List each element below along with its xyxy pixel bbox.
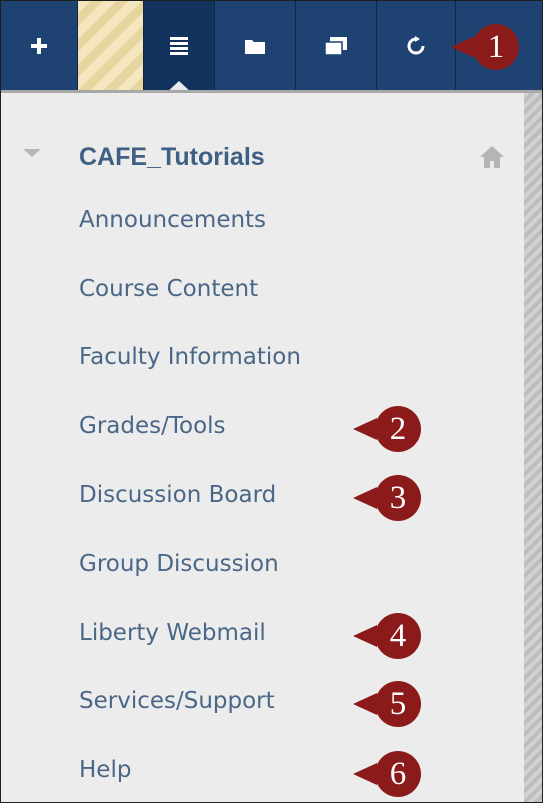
- course-menu: CAFE_Tutorials Announcements Course Cont…: [1, 93, 524, 802]
- active-tab-pointer: [166, 81, 192, 93]
- new-window-button[interactable]: [296, 1, 376, 90]
- edit-mode-toggle[interactable]: [78, 1, 143, 90]
- callout-marker-2: 2: [353, 406, 425, 452]
- window-icon: [325, 36, 347, 55]
- refresh-icon: [407, 35, 425, 54]
- refresh-button[interactable]: [377, 1, 455, 90]
- menu-item-group-discussion[interactable]: Group Discussion: [79, 551, 279, 577]
- menu-item-announcements[interactable]: Announcements: [79, 207, 266, 233]
- callout-number-1: 1: [487, 29, 505, 65]
- callout-marker-4: 4: [353, 613, 425, 659]
- menu-item-course-content[interactable]: Course Content: [79, 276, 258, 302]
- callout-marker-6: 6: [353, 751, 425, 797]
- menu-item-help[interactable]: Help: [79, 757, 131, 783]
- home-icon[interactable]: [479, 145, 505, 173]
- callout-marker-1: 1: [451, 24, 523, 70]
- course-header: CAFE_Tutorials: [1, 133, 524, 183]
- add-button[interactable]: [1, 1, 77, 90]
- folder-icon: [245, 39, 265, 54]
- callout-number-2: 2: [389, 411, 407, 447]
- collapse-triangle-icon[interactable]: [23, 149, 41, 157]
- page-edge-pattern: [524, 93, 542, 802]
- plus-icon: [31, 37, 47, 54]
- callout-number-5: 5: [389, 686, 407, 722]
- folder-view-button[interactable]: [215, 1, 295, 90]
- toolbar: 1: [1, 1, 542, 93]
- menu-item-liberty-webmail[interactable]: Liberty Webmail: [79, 620, 266, 646]
- callout-marker-3: 3: [353, 475, 425, 521]
- list-icon: [144, 1, 214, 90]
- menu-item-discussion-board[interactable]: Discussion Board: [79, 482, 276, 508]
- callout-number-4: 4: [389, 618, 407, 654]
- menu-item-faculty-information[interactable]: Faculty Information: [79, 344, 301, 370]
- callout-number-6: 6: [389, 756, 407, 792]
- callout-marker-5: 5: [353, 681, 425, 727]
- course-title[interactable]: CAFE_Tutorials: [79, 143, 265, 172]
- menu-item-services-support[interactable]: Services/Support: [79, 688, 275, 714]
- callout-number-3: 3: [389, 480, 407, 516]
- menu-item-grades-tools[interactable]: Grades/Tools: [79, 413, 226, 439]
- course-menu-panel: 1 CAFE_Tutorials Announcements Course Co…: [0, 0, 543, 803]
